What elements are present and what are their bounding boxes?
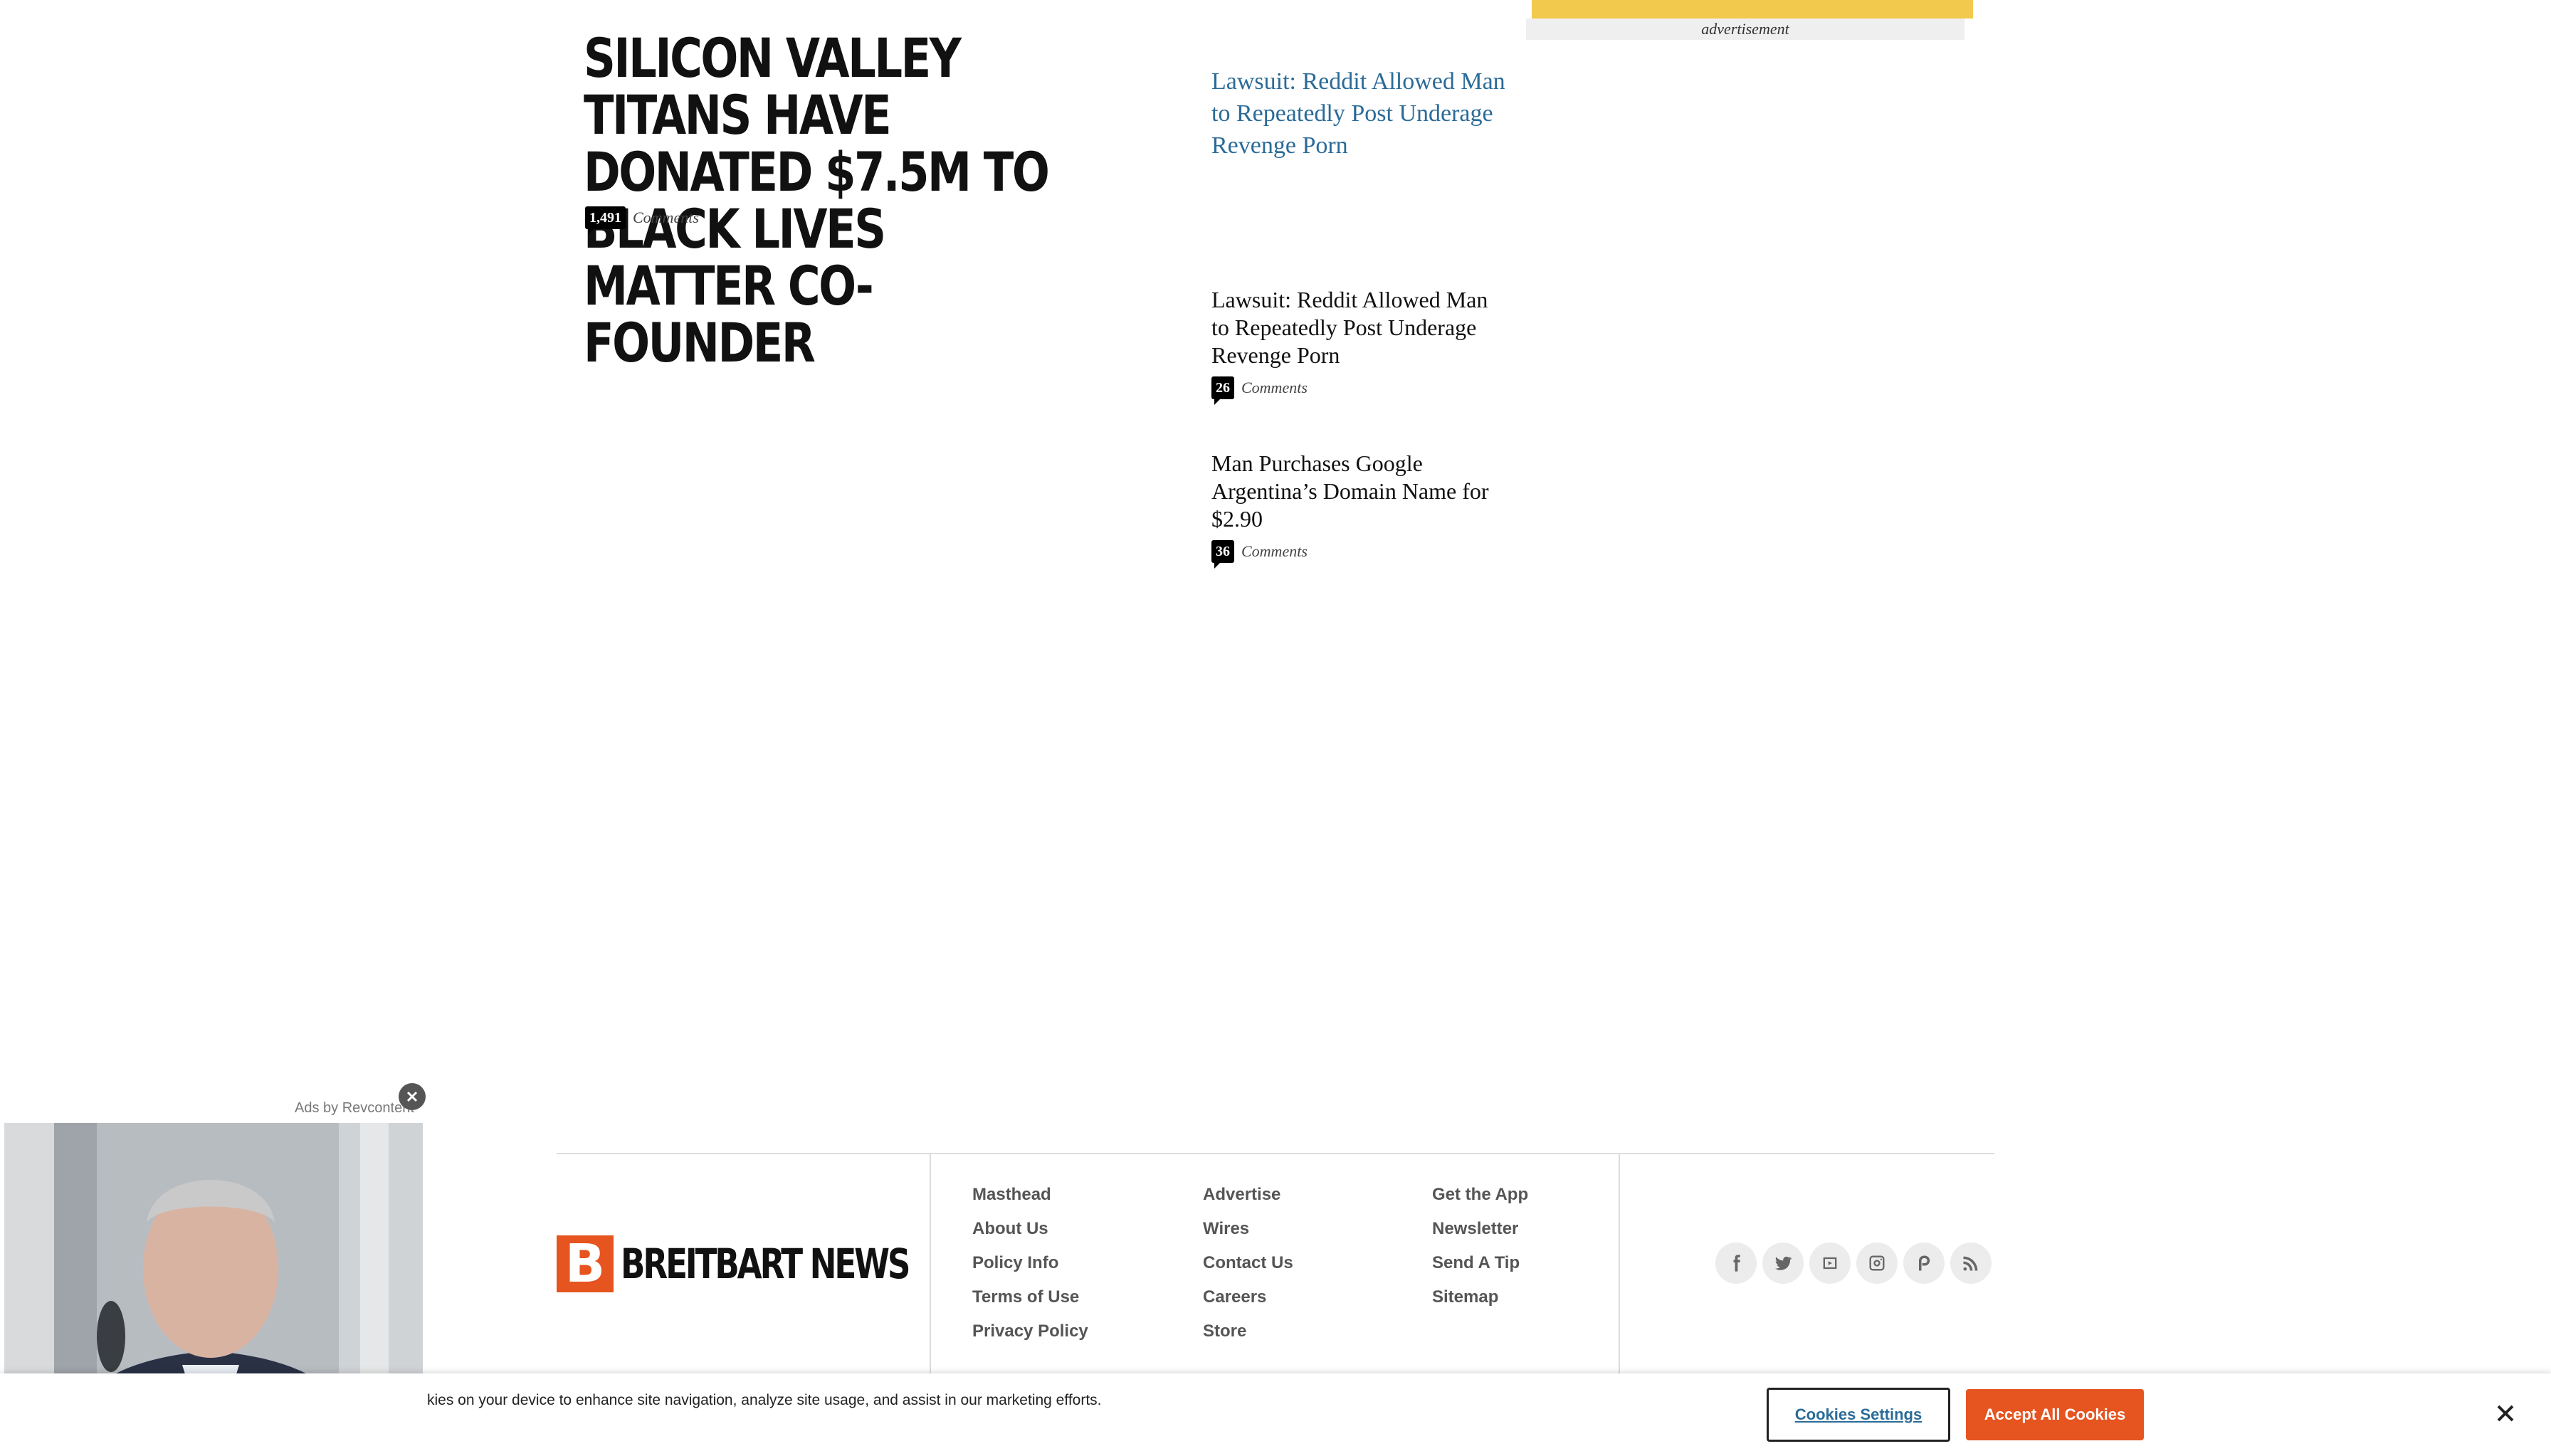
youtube-icon[interactable]	[1809, 1243, 1851, 1284]
footer-link-get-app[interactable]: Get the App	[1432, 1186, 1528, 1204]
sidebar-story-comments[interactable]: 36 Comments	[1211, 540, 1510, 569]
parler-icon[interactable]	[1903, 1243, 1945, 1284]
social-icons	[1715, 1243, 1992, 1284]
footer-link-careers[interactable]: Careers	[1203, 1288, 1293, 1307]
cookie-banner	[0, 1373, 2551, 1456]
footer-links-col1: Masthead About Us Policy Info Terms of U…	[972, 1186, 1088, 1341]
sidebar-story[interactable]: Lawsuit: Reddit Allowed Man to Repeatedl…	[1211, 286, 1510, 405]
sidebar-story-comments[interactable]: 26 Comments	[1211, 376, 1510, 405]
footer-link-store[interactable]: Store	[1203, 1322, 1293, 1341]
footer-link-about-us[interactable]: About Us	[972, 1220, 1088, 1238]
rss-icon[interactable]	[1950, 1243, 1992, 1284]
logo-text: BREITBART NEWS	[621, 1240, 911, 1288]
facebook-icon[interactable]	[1715, 1243, 1757, 1284]
main-comments[interactable]: 1,491 Comments	[585, 206, 699, 235]
comment-count-badge: 36	[1211, 540, 1234, 569]
comment-count-badge: 1,491	[585, 206, 626, 235]
footer-link-send-tip[interactable]: Send A Tip	[1432, 1254, 1528, 1272]
ad-label: advertisement	[1526, 19, 1964, 40]
revcontent-label: Ads by Revcontent	[295, 1100, 414, 1116]
footer-link-advertise[interactable]: Advertise	[1203, 1186, 1293, 1204]
comment-count-badge: 26	[1211, 376, 1234, 405]
featured-story-link[interactable]: Lawsuit: Reddit Allowed Man to Repeatedl…	[1211, 65, 1510, 162]
footer-link-contact[interactable]: Contact Us	[1203, 1254, 1293, 1272]
sidebar-story[interactable]: Man Purchases Google Argentina’s Domain …	[1211, 450, 1510, 569]
footer-link-privacy[interactable]: Privacy Policy	[972, 1322, 1088, 1341]
footer-link-masthead[interactable]: Masthead	[972, 1186, 1088, 1204]
logo-mark: B	[557, 1235, 614, 1292]
footer-link-sitemap[interactable]: Sitemap	[1432, 1288, 1528, 1307]
footer-link-terms[interactable]: Terms of Use	[972, 1288, 1088, 1307]
breitbart-logo[interactable]: B BREITBART NEWS	[557, 1235, 989, 1292]
footer-link-wires[interactable]: Wires	[1203, 1220, 1293, 1238]
footer-links-col2: Advertise Wires Contact Us Careers Store	[1203, 1186, 1293, 1341]
close-icon[interactable]	[399, 1083, 426, 1110]
footer-link-newsletter[interactable]: Newsletter	[1432, 1220, 1528, 1238]
instagram-icon[interactable]	[1856, 1243, 1898, 1284]
cookie-close-icon[interactable]	[2493, 1400, 2518, 1426]
cookie-banner-text: kies on your device to enhance site navi…	[427, 1392, 1102, 1408]
sidebar-story-title[interactable]: Man Purchases Google Argentina’s Domain …	[1211, 450, 1510, 533]
main-headline[interactable]: SILICON VALLEY TITANS HAVE DONATED $7.5M…	[584, 30, 1051, 371]
comment-label: Comments	[1241, 379, 1308, 396]
footer-link-policy-info[interactable]: Policy Info	[972, 1254, 1088, 1272]
ad-banner[interactable]	[1532, 0, 1973, 19]
footer-column-divider	[1619, 1154, 1620, 1375]
comment-label: Comments	[633, 209, 699, 226]
accept-cookies-button[interactable]: Accept All Cookies	[1966, 1389, 2144, 1440]
comment-label: Comments	[1241, 542, 1308, 560]
cookies-settings-button[interactable]: Cookies Settings	[1767, 1388, 1950, 1442]
twitter-icon[interactable]	[1762, 1243, 1804, 1284]
sidebar-story-title[interactable]: Lawsuit: Reddit Allowed Man to Repeatedl…	[1211, 286, 1510, 369]
footer-divider	[557, 1153, 1994, 1154]
footer-links-col3: Get the App Newsletter Send A Tip Sitema…	[1432, 1186, 1528, 1307]
